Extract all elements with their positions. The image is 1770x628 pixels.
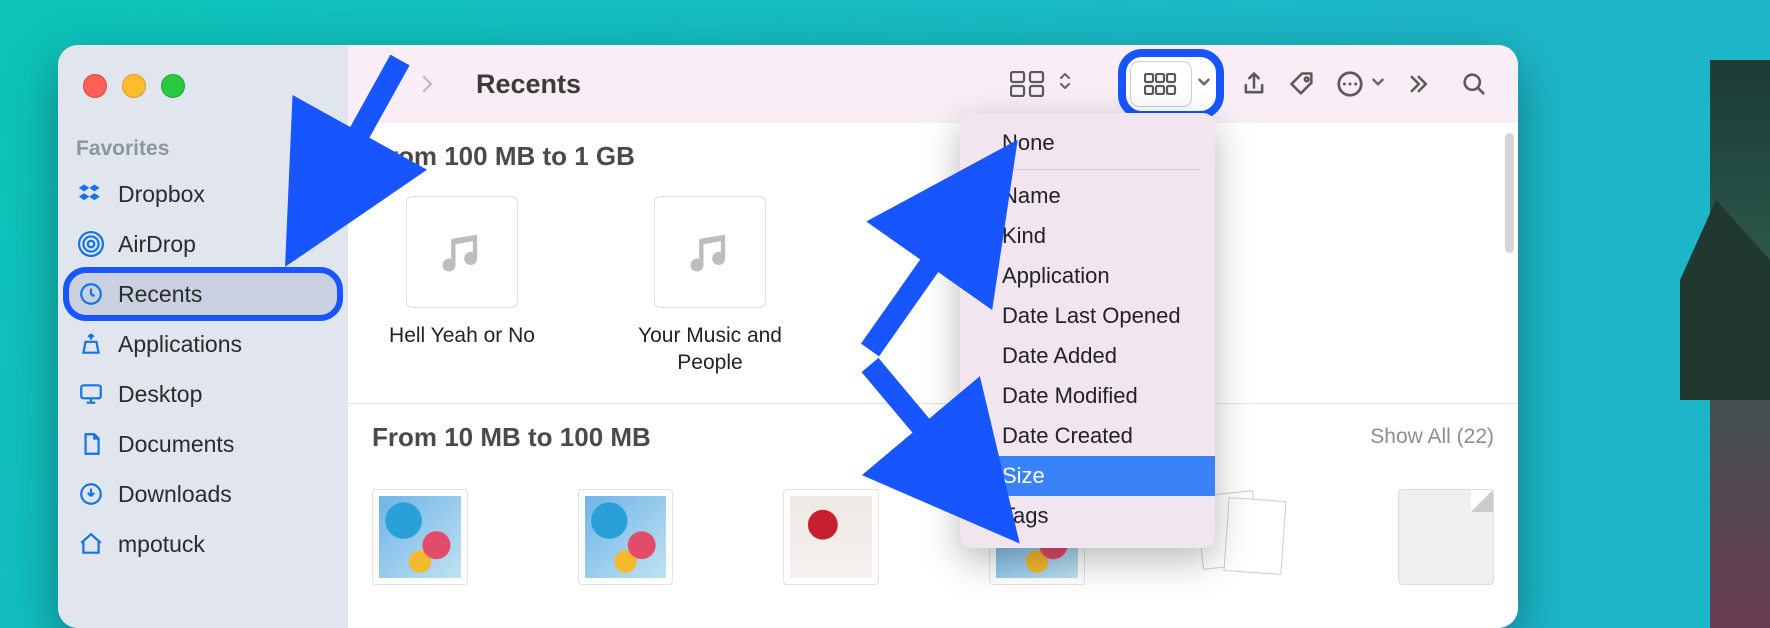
back-button[interactable] xyxy=(370,65,408,103)
chevron-down-icon xyxy=(1370,73,1386,96)
file-item-label: Your Music and People xyxy=(620,322,800,377)
section-heading: From 100 MB to 1 GB xyxy=(372,141,635,172)
section-header: From 10 MB to 100 MB Show All (22) xyxy=(348,404,1518,459)
file-grid: Hell Yeah or No Your Music and People xyxy=(348,178,1518,403)
sidebar-item-downloads[interactable]: Downloads xyxy=(66,470,340,518)
sidebar-item-label: Recents xyxy=(118,281,202,308)
show-all-button[interactable]: Show All (22) xyxy=(1370,425,1494,449)
applications-icon xyxy=(78,331,104,357)
file-item[interactable] xyxy=(1398,489,1494,585)
minimize-window-button[interactable] xyxy=(122,74,146,98)
finder-window: Favorites Dropbox AirDrop Recents xyxy=(58,45,1518,628)
menu-item-date-last-opened[interactable]: Date Last Opened xyxy=(960,296,1215,336)
airdrop-icon xyxy=(78,231,104,257)
group-by-button[interactable] xyxy=(1124,55,1218,113)
chevron-updown-icon xyxy=(1058,70,1072,98)
zoom-window-button[interactable] xyxy=(161,74,185,98)
menu-item-date-created[interactable]: Date Created xyxy=(960,416,1215,456)
menu-separator xyxy=(974,169,1201,170)
sidebar-item-recents[interactable]: Recents xyxy=(66,270,340,318)
file-item[interactable] xyxy=(372,489,468,585)
file-item[interactable] xyxy=(783,489,879,585)
file-item[interactable] xyxy=(578,489,674,585)
sidebar-item-applications[interactable]: Applications xyxy=(66,320,340,368)
sidebar-item-documents[interactable]: Documents xyxy=(66,420,340,468)
menu-item-name[interactable]: Name xyxy=(960,176,1215,216)
menu-item-none[interactable]: None xyxy=(960,123,1215,163)
file-item-label: Hell Yeah or No xyxy=(389,322,535,349)
audio-file-icon xyxy=(654,196,766,308)
file-item[interactable]: Hell Yeah or No xyxy=(372,196,552,377)
image-thumbnail xyxy=(379,496,461,578)
desktop-icon xyxy=(78,381,104,407)
toolbar-overflow-button[interactable] xyxy=(1396,65,1444,103)
section-heading: From 10 MB to 100 MB xyxy=(372,422,651,453)
tags-button[interactable] xyxy=(1278,65,1326,103)
image-thumbnail xyxy=(790,496,872,578)
documents-icon xyxy=(78,431,104,457)
group-by-menu: None Name Kind Application Date Last Ope… xyxy=(960,113,1215,548)
vertical-scrollbar[interactable] xyxy=(1505,133,1514,253)
file-grid xyxy=(348,459,1518,611)
sidebar-item-home[interactable]: mpotuck xyxy=(66,520,340,568)
share-button[interactable] xyxy=(1230,65,1278,103)
menu-item-application[interactable]: Application xyxy=(960,256,1215,296)
sidebar: Favorites Dropbox AirDrop Recents xyxy=(58,45,348,628)
menu-item-date-added[interactable]: Date Added xyxy=(960,336,1215,376)
clock-icon xyxy=(78,281,104,307)
image-thumbnail xyxy=(585,496,667,578)
sidebar-section-favorites: Favorites xyxy=(76,137,169,161)
sidebar-item-label: Dropbox xyxy=(118,181,205,208)
sidebar-item-airdrop[interactable]: AirDrop xyxy=(66,220,340,268)
forward-button[interactable] xyxy=(408,65,446,103)
content-area: From 100 MB to 1 GB Hell Yeah or No Your… xyxy=(348,123,1518,628)
titlebar: Recents xyxy=(348,45,1518,123)
menu-item-tags[interactable]: Tags xyxy=(960,496,1215,536)
view-mode-button[interactable] xyxy=(998,65,1058,103)
sidebar-item-label: Applications xyxy=(118,331,242,358)
file-item[interactable]: Your Music and People xyxy=(620,196,800,377)
more-actions-button[interactable] xyxy=(1326,65,1374,103)
sidebar-item-label: AirDrop xyxy=(118,231,196,258)
chevron-down-icon xyxy=(1196,73,1212,96)
menu-item-size[interactable]: Size xyxy=(960,456,1215,496)
close-window-button[interactable] xyxy=(83,74,107,98)
sidebar-item-dropbox[interactable]: Dropbox xyxy=(66,170,340,218)
menu-item-kind[interactable]: Kind xyxy=(960,216,1215,256)
sidebar-item-desktop[interactable]: Desktop xyxy=(66,370,340,418)
window-traffic-lights xyxy=(83,74,185,98)
sidebar-item-label: Desktop xyxy=(118,381,202,408)
sidebar-item-label: Downloads xyxy=(118,481,232,508)
section-header: From 100 MB to 1 GB xyxy=(348,123,1518,178)
dropbox-icon xyxy=(78,181,104,207)
menu-item-date-modified[interactable]: Date Modified xyxy=(960,376,1215,416)
home-icon xyxy=(78,531,104,557)
wallpaper-decoration xyxy=(1710,60,1770,628)
audio-file-icon xyxy=(406,196,518,308)
sidebar-favorites-list: Dropbox AirDrop Recents Applications xyxy=(66,170,340,568)
sidebar-item-label: mpotuck xyxy=(118,531,205,558)
sidebar-item-label: Documents xyxy=(118,431,234,458)
window-title: Recents xyxy=(476,69,581,100)
search-button[interactable] xyxy=(1450,65,1498,103)
downloads-icon xyxy=(78,481,104,507)
